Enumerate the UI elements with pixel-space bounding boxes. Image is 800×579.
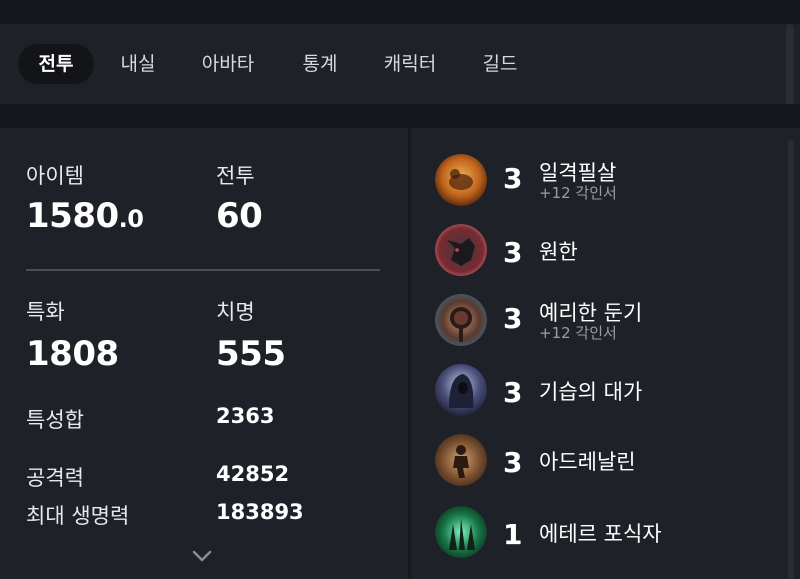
item-level-dec: .0: [118, 205, 144, 233]
tab-bar: 전투 내실 아바타 통계 캐릭터 길드: [0, 24, 800, 104]
item-level-value: 1580.0: [26, 196, 144, 236]
tab-avatar[interactable]: 아바타: [190, 44, 266, 84]
engraving-row[interactable]: 3 원한: [435, 224, 775, 276]
engraving-row[interactable]: 3 아드레날린: [435, 434, 775, 486]
battle-level-value: 60: [216, 196, 263, 236]
spiked-mace-icon: [435, 294, 487, 346]
engraving-book: +12 각인서: [539, 324, 617, 342]
engraving-level: 3: [503, 302, 523, 335]
engraving-name: 기습의 대가: [539, 380, 643, 404]
engraving-level: 3: [503, 446, 523, 479]
item-level-label: 아이템: [26, 164, 84, 188]
crit-value: 555: [216, 334, 286, 374]
item-level-int: 1580: [26, 196, 119, 236]
max-hp-label: 최대 생명력: [26, 504, 130, 528]
attack-label: 공격력: [26, 466, 84, 490]
engraving-name: 아드레날린: [539, 450, 636, 474]
max-hp-value: 183893: [216, 500, 304, 524]
engraving-name: 원한: [539, 240, 578, 264]
engraving-book: +12 각인서: [539, 184, 617, 202]
chevron-down-icon[interactable]: [190, 548, 214, 564]
status-area: [0, 0, 800, 24]
wolf-beast-icon: [435, 224, 487, 276]
tab-interior[interactable]: 내실: [108, 44, 168, 84]
tab-character[interactable]: 캐릭터: [372, 44, 448, 84]
grudge-fist-icon: [435, 154, 487, 206]
tab-battle[interactable]: 전투: [18, 44, 94, 84]
engraving-level: 3: [503, 376, 523, 409]
battle-level-label: 전투: [216, 164, 255, 188]
crit-label: 치명: [216, 300, 255, 324]
section-gap: [0, 104, 800, 128]
divider: [26, 269, 380, 271]
tab-stats[interactable]: 통계: [290, 44, 350, 84]
engraving-row[interactable]: 1 에테르 포식자: [435, 506, 775, 558]
spec-value: 1808: [26, 334, 119, 374]
trait-sum-label: 특성합: [26, 408, 84, 432]
engraving-level: 1: [503, 518, 523, 551]
engraving-name: 에테르 포식자: [539, 522, 662, 546]
hooded-assassin-icon: [435, 364, 487, 416]
scrollbar-side[interactable]: [788, 140, 794, 579]
ether-claw-icon: [435, 506, 487, 558]
engraving-level: 3: [503, 162, 523, 195]
engraving-row[interactable]: 3 예리한 둔기 +12 각인서: [435, 294, 775, 346]
engraving-row[interactable]: 3 일격필살 +12 각인서: [435, 154, 775, 206]
spec-label: 특화: [26, 300, 65, 324]
attack-value: 42852: [216, 462, 290, 486]
engraving-level: 3: [503, 236, 523, 269]
trait-sum-value: 2363: [216, 404, 275, 428]
engraving-row[interactable]: 3 기습의 대가: [435, 364, 775, 416]
tab-guild[interactable]: 길드: [470, 44, 530, 84]
adrenaline-runner-icon: [435, 434, 487, 486]
